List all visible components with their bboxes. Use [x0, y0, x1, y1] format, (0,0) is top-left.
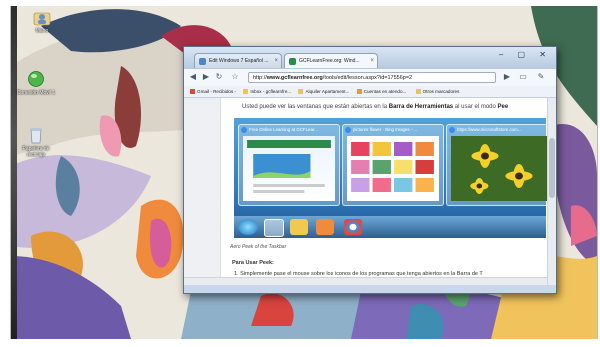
wrench-menu-icon[interactable]: ✎ — [536, 72, 546, 82]
peek-thumbnail[interactable]: pictures flower - Bing Images - ... — [342, 124, 444, 206]
bookmark-label: Alquiler Apartament... — [305, 89, 350, 94]
horizontal-scrollbar[interactable] — [184, 277, 548, 285]
vertical-scrollbar[interactable] — [547, 98, 556, 285]
close-tab-icon[interactable]: × — [370, 54, 374, 68]
url-domain: www.gcflearnfree.org — [266, 75, 323, 81]
desktop-icon-recycle-bin[interactable]: Papelera de reciclaje — [13, 126, 59, 158]
chrome-icon — [449, 127, 455, 133]
section-heading: Para Usar Peek: — [232, 260, 274, 266]
chrome-taskbar-icon[interactable] — [344, 219, 362, 235]
bookmark-favicon-icon — [356, 89, 362, 95]
page-left-margin — [184, 98, 221, 285]
desktop-icon-network[interactable]: Conexión Móvil 1 — [13, 70, 59, 96]
bookmark-star-icon[interactable]: ☆ — [230, 72, 240, 82]
thumbnail-preview — [347, 136, 439, 201]
bookmark-label: Otros marcadores — [422, 89, 460, 94]
bookmark-alquiler[interactable]: Alquiler Apartament... — [298, 86, 349, 97]
reload-icon[interactable]: ↻ — [214, 72, 224, 82]
media-player-taskbar-icon[interactable] — [316, 219, 334, 235]
lesson-intro: Usted puede ver las ventanas que están a… — [242, 104, 508, 110]
bookmark-label: Cuentas en atendo... — [363, 89, 407, 94]
bookmark-favicon-icon — [298, 89, 304, 95]
peek-thumbnail[interactable]: Free Online Learning at GCFLear... — [238, 124, 340, 206]
windows-taskbar — [234, 216, 546, 238]
bookmark-inbox[interactable]: Inbox - gcflearnfre... — [243, 86, 291, 97]
bookmark-label: Inbox - gcflearnfre... — [250, 89, 292, 94]
back-arrow-icon[interactable]: ◀ — [188, 72, 198, 82]
network-globe-icon — [28, 71, 44, 87]
forward-arrow-icon[interactable]: ▶ — [201, 72, 211, 82]
page-favicon-icon — [289, 58, 296, 65]
page-favicon-icon — [199, 58, 206, 65]
page-preview-graphic — [247, 140, 331, 193]
play-arrow-icon[interactable]: ▶ — [502, 72, 512, 82]
screen: Mario Conexión Móvil 1 Papelera de recic… — [10, 6, 598, 339]
flower-photo-graphic — [451, 136, 548, 201]
thumbnail-preview — [243, 136, 335, 201]
bookmark-cuentas[interactable]: Cuentas en atendo... — [356, 86, 407, 97]
image-caption: Aero Peek of the Taskbar — [230, 244, 287, 250]
folder-icon — [415, 89, 421, 95]
chrome-browser-window: Edit Windows 7 Español ... × GCFLearnFre… — [183, 46, 557, 294]
bookmark-gmail[interactable]: Gmail - Recibidos - — [190, 86, 236, 97]
user-folder-icon — [33, 12, 51, 26]
bookmarks-bar: Gmail - Recibidos - Inbox - gcflearnfre.… — [184, 86, 556, 98]
ie-taskbar-icon[interactable] — [264, 219, 284, 237]
chrome-icon — [241, 127, 247, 133]
thumbnail-title: pictures flower - Bing Images - ... — [353, 127, 418, 132]
bookmark-label: Gmail - Recibidos - — [197, 89, 237, 94]
intro-text-2: al usar el modo — [453, 104, 498, 110]
close-tab-icon[interactable]: × — [274, 54, 278, 68]
tab-edit-windows[interactable]: Edit Windows 7 Español ... × — [194, 53, 282, 68]
aero-peek-screenshot: Free Online Learning at GCFLear... pictu… — [234, 118, 548, 238]
thumbnail-title: https://www.microsoftstore.com... — [457, 127, 522, 132]
browser-toolbar: ◀ ▶ ↻ ☆ http://www.gcflearnfree.org/tool… — [184, 69, 556, 86]
page-content: Usted puede ver las ventanas que están a… — [184, 98, 548, 285]
title-bar: Edit Windows 7 Español ... × GCFLearnFre… — [184, 47, 556, 69]
page-menu-icon[interactable]: ▭ — [518, 72, 528, 82]
bookmark-favicon-icon — [190, 89, 195, 95]
image-grid-graphic — [351, 142, 434, 192]
desktop-icon-user[interactable]: Mario — [19, 10, 65, 34]
url-scheme: http:// — [253, 75, 267, 81]
tab-gcflearnfree[interactable]: GCFLearnFree.org: Wind... × — [284, 53, 378, 68]
peek-thumbnail[interactable]: https://www.microsoftstore.com... — [446, 124, 548, 206]
left-edge-shadow — [11, 6, 17, 339]
chrome-icon — [345, 127, 351, 133]
scrollbar-thumb[interactable] — [549, 138, 555, 198]
desktop-icon-label: Papelera de reciclaje — [22, 146, 50, 158]
thumbnail-title: Free Online Learning at GCFLear... — [249, 127, 318, 132]
recycle-bin-icon — [30, 128, 42, 144]
tab-label: GCFLearnFree.org: Wind... — [299, 58, 360, 64]
intro-text: Usted puede ver las ventanas que están a… — [242, 104, 389, 110]
folder-taskbar-icon[interactable] — [290, 219, 308, 235]
tab-label: Edit Windows 7 Español ... — [209, 58, 269, 64]
url-path: /tools/edit/lesson.aspx?id=17556p=2 — [322, 75, 413, 81]
window-controls[interactable]: – ▢ ✕ — [499, 50, 552, 59]
desktop-icon-label: Conexión Móvil 1 — [16, 90, 56, 96]
other-bookmarks[interactable]: Otros marcadores — [415, 86, 460, 97]
intro-bold-2: Pee — [497, 104, 509, 110]
intro-bold: Barra de Herramientas — [388, 104, 454, 110]
thumbnail-preview — [451, 136, 548, 201]
desktop-icon-label: Mario — [35, 28, 49, 34]
start-orb-icon[interactable] — [238, 219, 258, 235]
address-bar[interactable]: http://www.gcflearnfree.org/tools/edit/l… — [248, 72, 496, 83]
bookmark-favicon-icon — [243, 89, 249, 95]
